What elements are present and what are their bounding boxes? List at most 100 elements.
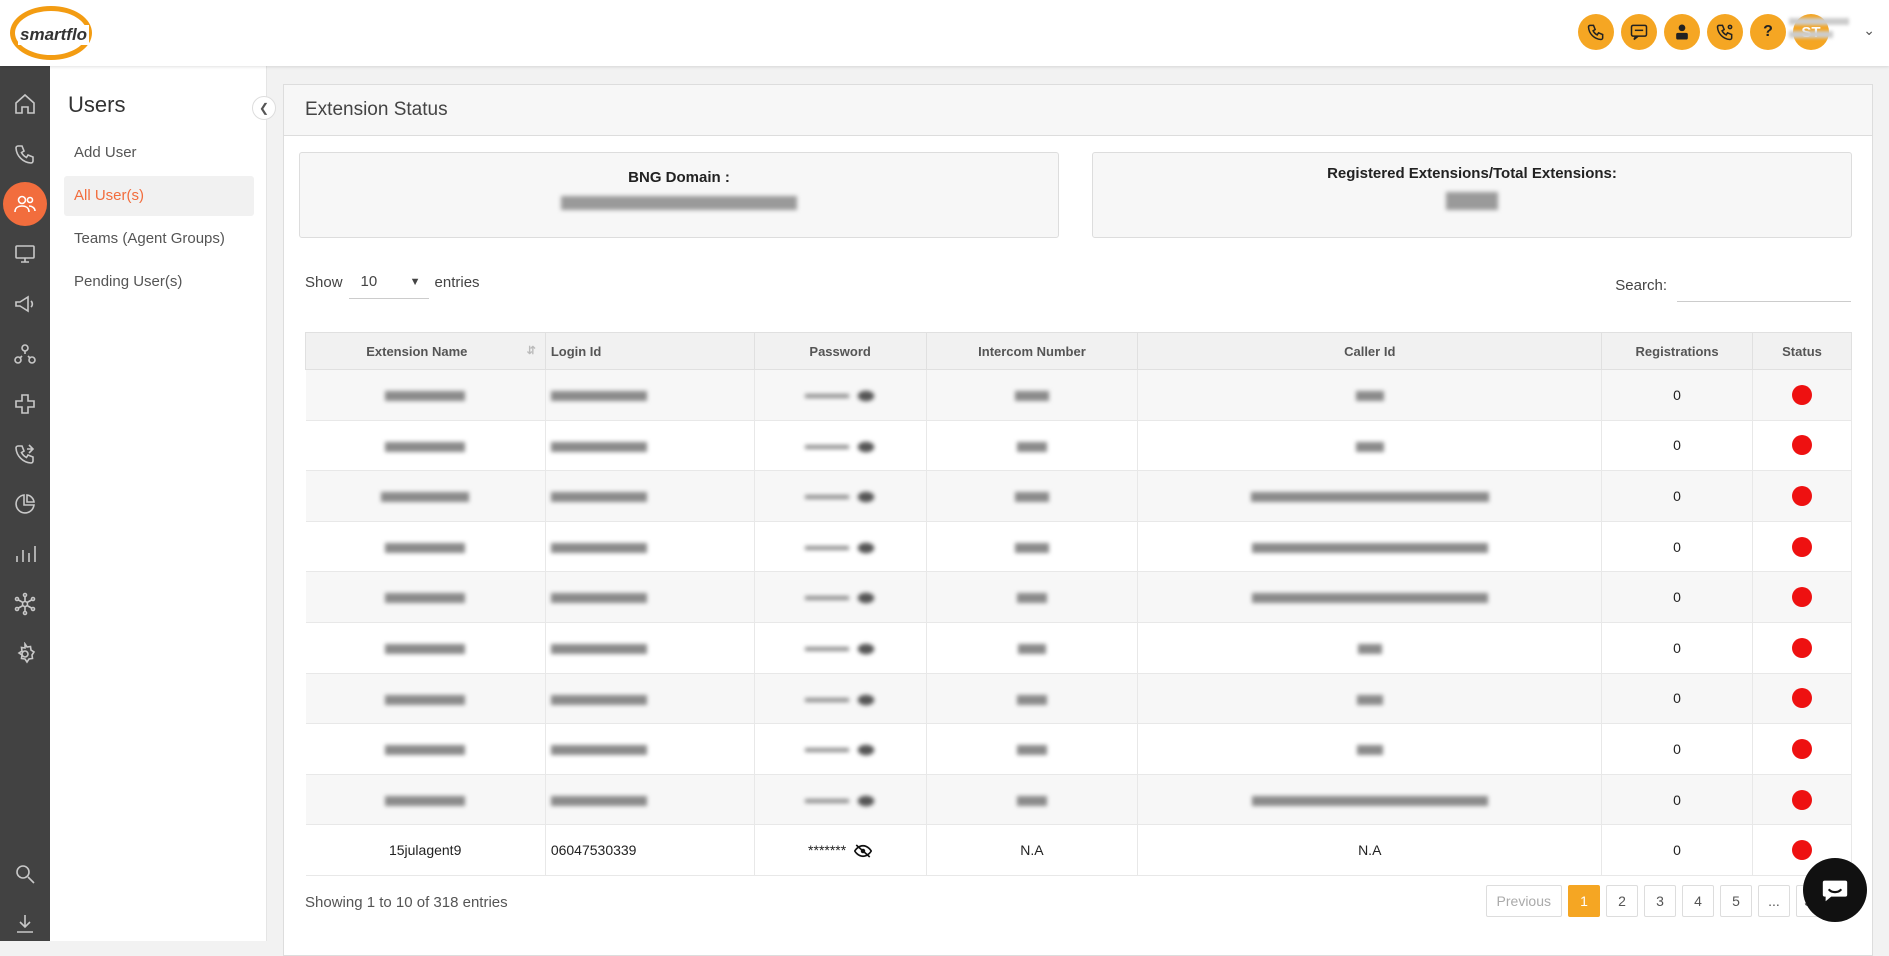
caller-id-redacted (1355, 441, 1384, 452)
eye-off-icon[interactable] (854, 844, 873, 858)
caller-id-redacted (1357, 644, 1382, 655)
intercom-redacted (1014, 542, 1049, 553)
col-intercom-number[interactable]: Intercom Number (925, 332, 1139, 370)
page-button-1[interactable]: 1 (1568, 885, 1600, 917)
sidebar-item-add-user[interactable]: Add User (64, 133, 254, 173)
help-label: ? (1763, 23, 1773, 40)
megaphone-icon[interactable] (0, 282, 50, 326)
password-redacted (805, 393, 850, 398)
registrations-cell: 0 (1601, 673, 1754, 725)
extensions-table: Extension Name ⇵ Login Id Password Interc… (305, 332, 1852, 876)
extension-name-redacted (385, 745, 466, 756)
eye-icon[interactable] (857, 642, 875, 656)
intercom-redacted (1016, 694, 1047, 705)
intercom-redacted (1016, 593, 1047, 604)
extension-name-redacted (381, 492, 470, 503)
eye-icon[interactable] (857, 591, 875, 605)
caller-id-cell: N.A (1137, 824, 1603, 876)
registrations-cell: 0 (1601, 774, 1754, 826)
eye-icon[interactable] (857, 389, 875, 403)
status-dot (1792, 688, 1813, 709)
entries-label: entries (434, 273, 480, 291)
show-label: Show (305, 273, 343, 291)
eye-icon[interactable] (857, 440, 875, 454)
login-id-redacted (550, 745, 647, 756)
col-status[interactable]: Status (1752, 332, 1852, 370)
sidebar-item-pending-users[interactable]: Pending User(s) (64, 262, 254, 302)
chevron-left-icon[interactable]: ❮ (252, 96, 276, 120)
call-icon[interactable] (1578, 14, 1614, 50)
eye-icon[interactable] (857, 743, 875, 757)
table-row: 0 (305, 774, 1852, 826)
hub-icon[interactable] (0, 582, 50, 626)
home-icon[interactable] (0, 82, 50, 126)
caller-id-redacted (1251, 795, 1488, 806)
login-id-redacted (550, 795, 647, 806)
intercom-redacted (1016, 795, 1047, 806)
settings-icon[interactable] (0, 632, 50, 676)
agent-icon[interactable] (1664, 14, 1700, 50)
eye-icon[interactable] (857, 693, 875, 707)
registrations-cell: 0 (1601, 824, 1754, 876)
page-ellipsis: ... (1758, 885, 1790, 917)
status-dot (1792, 738, 1813, 759)
login-id-redacted (550, 391, 647, 402)
table-row: 0 (305, 723, 1852, 775)
monitor-icon[interactable] (0, 232, 50, 276)
previous-page-button[interactable]: Previous (1485, 885, 1562, 917)
phone-icon[interactable] (0, 132, 50, 176)
chevron-down-icon[interactable]: ⌄ (1863, 22, 1875, 39)
registered-extensions-label: Registered Extensions/Total Extensions: (1327, 165, 1617, 182)
password-redacted (805, 697, 850, 702)
page-button-3[interactable]: 3 (1644, 885, 1676, 917)
eye-icon[interactable] (857, 541, 875, 555)
eye-icon[interactable] (857, 490, 875, 504)
sms-icon[interactable] (1621, 14, 1657, 50)
login-id-redacted (550, 542, 647, 553)
page-button-5[interactable]: 5 (1720, 885, 1752, 917)
page-size-select[interactable]: 10 ▼ (348, 265, 429, 299)
intercom-redacted (1016, 441, 1047, 452)
extension-name-redacted (385, 441, 466, 452)
intercom-cell: N.A (926, 824, 1139, 876)
eye-icon[interactable] (857, 794, 875, 808)
col-password[interactable]: Password (753, 332, 927, 370)
pie-chart-icon[interactable] (0, 482, 50, 526)
users-icon[interactable] (0, 182, 50, 226)
login-id-redacted (550, 694, 647, 705)
table-row: 0 (305, 571, 1852, 623)
integration-icon[interactable] (0, 382, 50, 426)
chat-icon (1822, 880, 1848, 902)
user-name-redacted[interactable] (1789, 18, 1859, 44)
table-info: Showing 1 to 10 of 318 entries (305, 894, 508, 911)
col-caller-id[interactable]: Caller Id (1137, 332, 1603, 370)
call-settings-icon[interactable] (1707, 14, 1743, 50)
extension-name-redacted (385, 391, 466, 402)
password-redacted (805, 444, 850, 449)
search-icon[interactable] (0, 852, 50, 896)
bar-chart-icon[interactable] (0, 532, 50, 576)
col-extension-name[interactable]: Extension Name ⇵ (305, 332, 546, 370)
sidebar-item-teams[interactable]: Teams (Agent Groups) (64, 219, 254, 259)
sidebar-item-all-users[interactable]: All User(s) (64, 176, 254, 216)
page-button-4[interactable]: 4 (1682, 885, 1714, 917)
sidebar-title: Users (68, 92, 126, 117)
download-icon[interactable] (0, 902, 50, 946)
col-registrations[interactable]: Registrations (1601, 332, 1754, 370)
page-button-2[interactable]: 2 (1606, 885, 1638, 917)
sort-icon: ⇵ (526, 344, 536, 357)
extension-name-cell: 15julagent9 (305, 824, 546, 876)
registrations-cell: 0 (1601, 723, 1754, 775)
help-icon[interactable]: ? (1750, 14, 1786, 50)
search-input[interactable] (1677, 269, 1851, 302)
col-login-id[interactable]: Login Id (544, 332, 755, 370)
call-routing-icon[interactable] (0, 432, 50, 476)
top-bar: smartflo ? ST ⌄ (0, 0, 1889, 66)
users-sidebar: Users ❮ Add User All User(s) Teams (Agen… (50, 66, 276, 941)
chat-widget-button[interactable] (1803, 858, 1867, 922)
logo-text: smartflo (18, 25, 90, 45)
table-row: 0 (305, 420, 1852, 472)
network-icon[interactable] (0, 332, 50, 376)
password-redacted (805, 545, 850, 550)
smartflo-logo[interactable]: smartflo (4, 6, 98, 60)
